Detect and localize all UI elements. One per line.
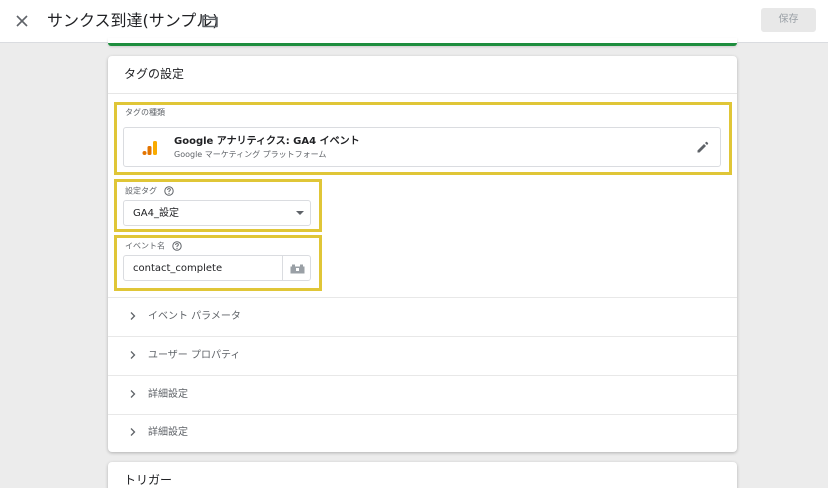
- section-user-properties[interactable]: ユーザー プロパティ: [108, 337, 737, 375]
- highlight-config-tag: [114, 179, 322, 232]
- chevron-right-icon: [130, 351, 136, 359]
- close-icon: [16, 15, 28, 27]
- trigger-card-title: トリガー: [124, 473, 173, 487]
- folder-button[interactable]: [201, 12, 219, 30]
- section-advanced-settings-2[interactable]: 詳細設定: [108, 414, 737, 452]
- folder-icon: [202, 15, 218, 28]
- section-label: ユーザー プロパティ: [148, 350, 241, 361]
- top-bar: サンクス到達(サンプル) 保存: [0, 0, 828, 43]
- section-label: 詳細設定: [148, 427, 188, 438]
- chevron-right-icon: [130, 312, 136, 320]
- divider: [108, 93, 737, 94]
- section-label: 詳細設定: [148, 389, 188, 400]
- previous-card-edge: [108, 38, 737, 46]
- card-title: タグの設定: [124, 67, 185, 81]
- section-advanced-settings[interactable]: 詳細設定: [108, 376, 737, 414]
- chevron-right-icon: [130, 390, 136, 398]
- section-label: イベント パラメータ: [148, 311, 241, 322]
- section-event-parameters[interactable]: イベント パラメータ: [108, 298, 737, 336]
- trigger-card[interactable]: トリガー: [108, 462, 737, 488]
- chevron-right-icon: [130, 428, 136, 436]
- highlight-event-name: [114, 235, 322, 291]
- highlight-tag-type: [114, 102, 732, 175]
- close-button[interactable]: [11, 10, 33, 32]
- tag-title[interactable]: サンクス到達(サンプル): [47, 9, 219, 33]
- save-button[interactable]: 保存: [761, 8, 816, 32]
